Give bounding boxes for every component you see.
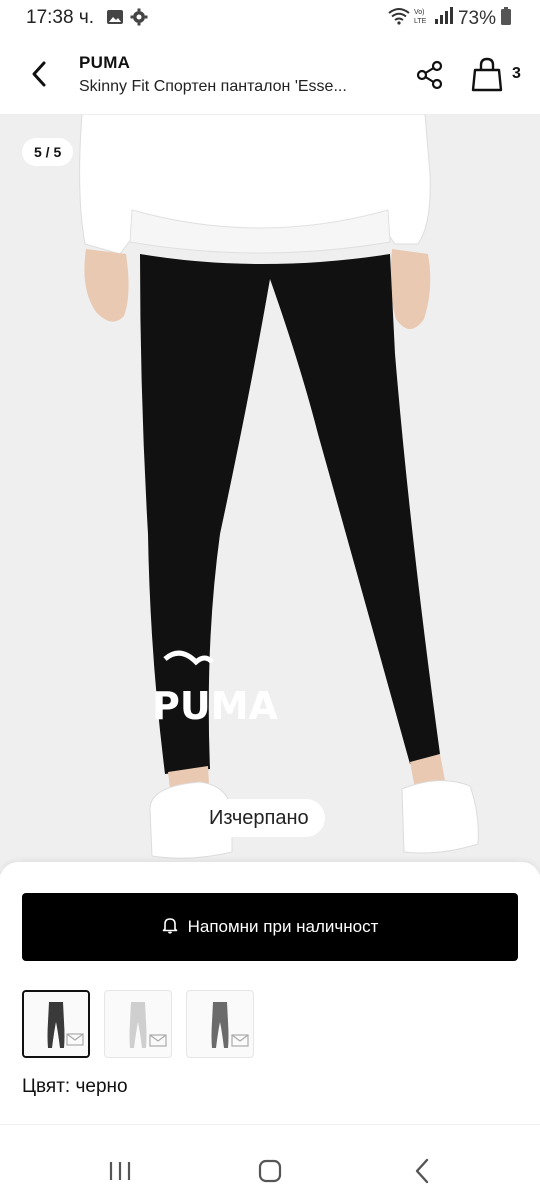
back-icon[interactable] — [402, 1153, 442, 1189]
battery-percent: 73% — [457, 8, 496, 29]
availability-badge: Изчерпано — [193, 799, 325, 837]
puma-logo: PUMA — [152, 684, 279, 728]
svg-text:Vo): Vo) — [414, 9, 425, 16]
notify-label: Напомни при наличност — [187, 917, 379, 936]
back-arrow-icon[interactable] — [26, 58, 54, 90]
bell-icon — [162, 916, 178, 939]
home-icon[interactable] — [250, 1153, 290, 1189]
signal-icon — [434, 7, 454, 31]
mail-icon — [231, 1034, 249, 1052]
wifi-icon — [388, 7, 410, 31]
app-header: PUMA Skinny Fit Спортен панталон 'Esse..… — [0, 36, 540, 114]
shopping-bag-icon[interactable] — [470, 56, 504, 92]
mail-icon — [66, 1033, 84, 1051]
gallery-icon — [106, 8, 124, 31]
image-counter: 5 / 5 — [22, 138, 74, 166]
bag-count: 3 — [512, 65, 521, 82]
bottom-sheet: Напомни при наличност Цвят: черно — [0, 862, 540, 1124]
swatch-dark-grey[interactable] — [186, 990, 254, 1058]
notify-button[interactable]: Напомни при наличност — [22, 893, 518, 961]
volte-icon: Vo) LTE — [414, 6, 430, 32]
recent-apps-icon[interactable] — [100, 1153, 140, 1189]
system-nav-bar — [0, 1124, 540, 1204]
battery-icon — [500, 6, 512, 32]
product-title: Skinny Fit Спортен панталон 'Esse... — [79, 78, 347, 95]
share-icon[interactable] — [416, 60, 444, 90]
color-swatches — [22, 990, 254, 1058]
status-time: 17:38 ч. — [26, 7, 95, 28]
product-image[interactable]: PUMA 5 / 5 Изчерпано — [0, 114, 540, 874]
brand-name: PUMA — [79, 53, 131, 72]
color-label: Цвят: черно — [22, 1076, 128, 1097]
mail-icon — [149, 1034, 167, 1052]
gear-icon — [130, 8, 148, 31]
svg-text:LTE: LTE — [414, 18, 427, 25]
status-bar: 17:38 ч. Vo) LTE 73% — [0, 0, 540, 36]
swatch-light-grey[interactable] — [104, 990, 172, 1058]
product-photo: PUMA — [79, 114, 479, 859]
swatch-black[interactable] — [22, 990, 90, 1058]
